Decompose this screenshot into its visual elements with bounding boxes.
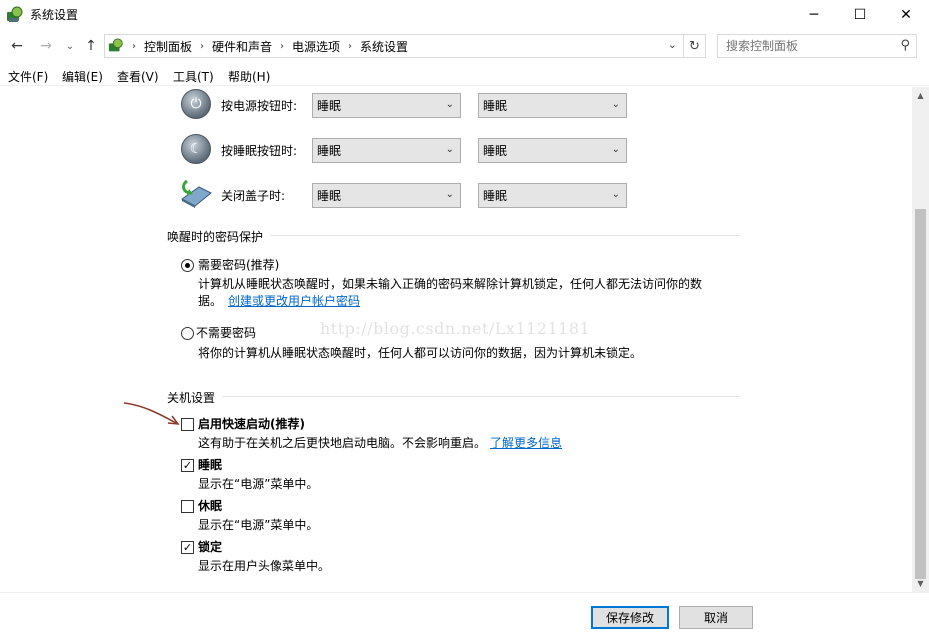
search-icon[interactable]: ⚲ <box>900 38 910 53</box>
lock-checkbox[interactable]: ✓ <box>181 541 194 554</box>
refresh-icon[interactable]: ↻ <box>684 34 706 58</box>
hibernate-option-label[interactable]: 休眠 <box>198 497 222 514</box>
sleep-button-label: 按睡眠按钮时: <box>221 144 298 158</box>
breadcrumb-separator-icon: › <box>132 40 136 52</box>
breadcrumb-separator-icon: › <box>200 40 205 52</box>
chevron-down-icon: ⌄ <box>445 99 454 110</box>
require-password-label[interactable]: 需要密码(推荐) <box>198 256 279 273</box>
search-box[interactable]: ⚲ <box>717 34 917 58</box>
wake-password-section-title: 唤醒时的密码保护 <box>167 230 264 244</box>
cancel-button[interactable]: 取消 <box>679 606 753 629</box>
require-password-description-cont: 据。 创建或更改用户帐户密码 <box>198 294 361 308</box>
maximize-button[interactable]: ☐ <box>837 0 883 30</box>
forward-arrow-icon[interactable]: → <box>36 36 56 56</box>
close-button[interactable]: ✕ <box>883 0 929 30</box>
control-panel-icon <box>7 6 23 22</box>
control-panel-small-icon <box>108 38 123 52</box>
scrollbar-thumb[interactable] <box>915 209 926 579</box>
learn-more-link[interactable]: 了解更多信息 <box>490 436 562 450</box>
no-password-radio[interactable] <box>181 327 194 340</box>
menu-file[interactable]: 文件(F) <box>8 68 48 85</box>
save-changes-button[interactable]: 保存修改 <box>591 606 669 629</box>
breadcrumb-power-options[interactable]: 电源选项 <box>292 38 340 55</box>
laptop-lid-icon <box>181 179 212 208</box>
section-divider <box>270 235 740 236</box>
sleep-button-icon: ☾ <box>181 134 211 164</box>
lid-close-label: 关闭盖子时: <box>221 189 286 203</box>
title-bar: 系统设置 ─ ☐ ✕ <box>0 0 929 30</box>
require-password-radio[interactable] <box>181 259 194 272</box>
no-password-description: 将你的计算机从睡眠状态唤醒时，任何人都可以访问你的数据，因为计算机未锁定。 <box>198 346 643 360</box>
require-password-description: 计算机从睡眠状态唤醒时，如果未输入正确的密码来解除计算机锁定，任何人都无法访问你… <box>198 277 703 291</box>
menu-edit[interactable]: 编辑(E) <box>62 68 103 85</box>
navigation-bar: ← → ⌄ ↑ › 控制面板 › 硬件和声音 › 电源选项 › 系统设置 ⌄ ↻… <box>0 32 929 60</box>
power-button-label: 按电源按钮时: <box>221 99 298 113</box>
address-dropdown-icon[interactable]: ⌄ <box>668 38 677 51</box>
breadcrumb-hardware-sound[interactable]: 硬件和声音 <box>212 38 272 55</box>
watermark-text: http://blog.csdn.net/Lx1121181 <box>320 319 591 338</box>
fast-startup-label[interactable]: 启用快速启动(推荐) <box>198 415 305 432</box>
sleep-option-description: 显示在“电源”菜单中。 <box>198 477 319 491</box>
lock-option-description: 显示在用户头像菜单中。 <box>198 559 331 573</box>
back-arrow-icon[interactable]: ← <box>7 36 27 56</box>
search-input[interactable] <box>726 39 896 53</box>
chevron-down-icon: ⌄ <box>445 189 454 200</box>
recent-locations-icon[interactable]: ⌄ <box>60 36 80 56</box>
lock-option-label[interactable]: 锁定 <box>198 538 222 555</box>
no-password-label[interactable]: 不需要密码 <box>196 324 256 341</box>
breadcrumb-separator-icon: › <box>348 40 353 52</box>
up-arrow-icon[interactable]: ↑ <box>81 36 101 56</box>
hibernate-checkbox[interactable] <box>181 500 194 513</box>
chevron-down-icon: ⌄ <box>445 144 454 155</box>
fast-startup-checkbox[interactable] <box>181 418 194 431</box>
menu-tools[interactable]: 工具(T) <box>173 68 214 85</box>
lid-close-plugged-select[interactable]: 睡眠 ⌄ <box>478 183 627 208</box>
hibernate-option-description: 显示在“电源”菜单中。 <box>198 518 319 532</box>
breadcrumb-separator-icon: › <box>280 40 285 52</box>
checkmark-icon: ✓ <box>182 541 193 554</box>
section-divider <box>222 396 740 397</box>
settings-content: ⏻ 按电源按钮时: 睡眠 ⌄ 睡眠 ⌄ ☾ 按睡眠按钮时: 睡眠 ⌄ 睡眠 ⌄ 关闭盖子… <box>0 87 912 592</box>
menu-help[interactable]: 帮助(H) <box>228 68 270 85</box>
change-password-link[interactable]: 创建或更改用户帐户密码 <box>228 294 360 308</box>
power-button-icon: ⏻ <box>181 89 211 119</box>
menu-view[interactable]: 查看(V) <box>117 68 159 85</box>
scroll-down-icon[interactable]: ▼ <box>912 575 929 592</box>
sleep-button-plugged-select[interactable]: 睡眠 ⌄ <box>478 138 627 163</box>
footer-bar: 保存修改 取消 <box>0 592 929 639</box>
menu-bar: 文件(F) 编辑(E) 查看(V) 工具(T) 帮助(H) <box>0 64 929 86</box>
power-button-battery-select[interactable]: 睡眠 ⌄ <box>312 93 461 118</box>
checkmark-icon: ✓ <box>182 459 193 472</box>
chevron-down-icon: ⌄ <box>611 144 620 155</box>
breadcrumb-system-settings[interactable]: 系统设置 <box>360 38 408 55</box>
minimize-button[interactable]: ─ <box>791 0 837 30</box>
sleep-button-battery-select[interactable]: 睡眠 ⌄ <box>312 138 461 163</box>
chevron-down-icon: ⌄ <box>611 189 620 200</box>
address-bar[interactable]: › 控制面板 › 硬件和声音 › 电源选项 › 系统设置 ⌄ <box>104 34 684 58</box>
fast-startup-description: 这有助于在关机之后更快地启动电脑。不会影响重启。 了解更多信息 <box>198 436 563 450</box>
chevron-down-icon: ⌄ <box>611 99 620 110</box>
sleep-checkbox[interactable]: ✓ <box>181 459 194 472</box>
annotation-arrow-icon <box>123 402 180 425</box>
sleep-option-label[interactable]: 睡眠 <box>198 456 222 473</box>
scroll-up-icon[interactable]: ▲ <box>912 87 929 104</box>
window-title: 系统设置 <box>30 8 79 22</box>
breadcrumb-control-panel[interactable]: 控制面板 <box>144 38 192 55</box>
vertical-scrollbar[interactable]: ▲ ▼ <box>912 87 929 592</box>
lid-close-battery-select[interactable]: 睡眠 ⌄ <box>312 183 461 208</box>
power-button-plugged-select[interactable]: 睡眠 ⌄ <box>478 93 627 118</box>
